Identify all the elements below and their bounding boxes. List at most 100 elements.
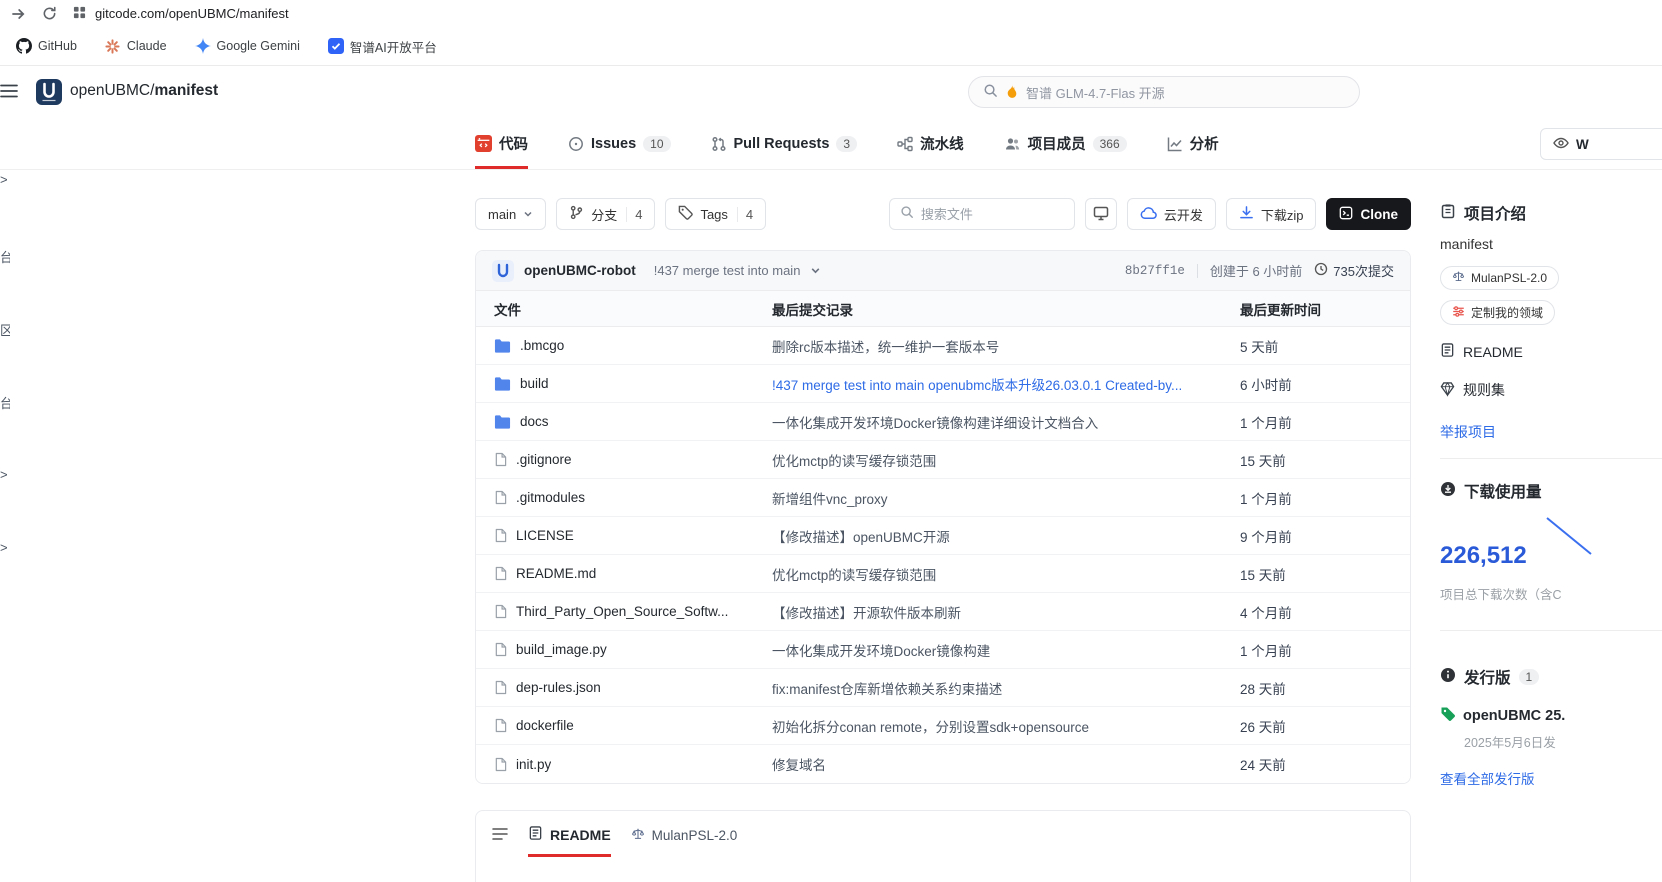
clipboard-icon [1440,203,1456,224]
commit-message[interactable]: 初始化拆分conan remote，分别设置sdk+opensource [772,716,1240,736]
global-search[interactable]: 智谱 GLM-4.7-Flas 开源 [968,76,1360,108]
commit-message[interactable]: 【修改描述】开源软件版本刷新 [772,602,1240,622]
commit-count[interactable]: 735次提交 [1314,261,1394,280]
tab-issue[interactable]: Issues 10 [568,118,671,169]
col-header-time: 最后更新时间 [1240,302,1321,318]
file-name[interactable]: .bmcgo [520,338,564,353]
commit-message[interactable]: 删除rc版本描述，统一维护一套版本号 [772,336,1240,356]
pr-tab-icon [711,136,727,152]
bookmark-item[interactable]: 智谱AI开放平台 [327,37,437,56]
divider [1196,263,1198,278]
menu-icon[interactable] [0,84,18,98]
file-search[interactable] [888,198,1075,230]
tab-count-badge: 366 [1092,135,1127,152]
custom-domain-badge[interactable]: 定制我的领域 [1440,300,1556,325]
tab-pr[interactable]: Pull Requests 3 [711,118,858,169]
table-row[interactable]: .gitmodules 新增组件vnc_proxy 1 个月前 [476,479,1410,517]
view-all-releases-link[interactable]: 查看全部发行版 [1440,768,1535,788]
file-name[interactable]: Third_Party_Open_Source_Softw... [516,604,728,619]
file-name[interactable]: build [520,376,549,391]
file-name[interactable]: docs [520,414,549,429]
url-text[interactable]: gitcode.com/openUBMC/manifest [95,6,289,21]
downloads-section-title: 下载使用量 [1440,480,1542,502]
table-row[interactable]: .gitignore 优化mctp的读写缓存锁范围 15 天前 [476,441,1410,479]
commit-author-name[interactable]: openUBMC-robot [524,263,636,278]
table-row[interactable]: docs 一体化集成开发环境Docker镜像构建详细设计文档合入 1 个月前 [476,403,1410,441]
reload-icon[interactable] [42,6,57,21]
tab-members[interactable]: 项目成员 366 [1004,118,1127,169]
table-row[interactable]: dockerfile 初始化拆分conan remote，分别设置sdk+open… [476,707,1410,745]
commit-message[interactable]: !437 merge test into main openubmc版本升级26… [772,374,1240,394]
file-name[interactable]: build_image.py [516,642,607,657]
table-row[interactable]: LICENSE 【修改描述】openUBMC开源 9 个月前 [476,517,1410,555]
release-date: 2025年5月6日发 [1464,736,1556,750]
commit-message[interactable]: 优化mctp的读写缓存锁范围 [772,564,1240,584]
tab-chart[interactable]: 分析 [1167,118,1219,169]
cloud-icon [1140,206,1157,223]
chevron-down-icon [523,207,533,222]
page-title: openUBMC/manifest [70,82,218,100]
commit-message[interactable]: fix:manifest仓库新增依赖关系约束描述 [772,678,1240,698]
sidebar-readme-link[interactable]: README [1440,342,1523,361]
commit-author-avatar[interactable] [492,259,514,282]
repo-owner[interactable]: openUBMC/ [70,82,154,99]
file-name[interactable]: .gitignore [516,452,572,467]
bookmark-item[interactable]: GitHub [16,38,77,54]
openubmc-logo[interactable] [36,79,62,105]
tab-pipeline[interactable]: 流水线 [897,118,964,169]
tab-label: 流水线 [920,137,964,153]
file-name[interactable]: .gitmodules [516,490,585,505]
commit-message[interactable]: 优化mctp的读写缓存锁范围 [772,450,1240,470]
table-row[interactable]: init.py 修复域名 24 天前 [476,745,1410,783]
table-row[interactable]: build_image.py 一体化集成开发环境Docker镜像构建 1 个月前 [476,631,1410,669]
table-row[interactable]: build !437 merge test into main openubmc版… [476,365,1410,403]
commit-message[interactable]: 新增组件vnc_proxy [772,488,1240,508]
file-name[interactable]: init.py [516,757,551,772]
file-name[interactable]: dockerfile [516,718,574,733]
file-name[interactable]: README.md [516,566,596,581]
commit-hash[interactable]: 8b27ff1e [1125,264,1185,278]
github-icon [16,38,32,54]
cloud-dev-button[interactable]: 云开发 [1126,198,1216,230]
web-ide-button[interactable] [1084,198,1117,230]
downloads-caption: 项目总下载次数（含C [1440,588,1562,602]
branches-button[interactable]: 分支 4 [556,198,656,230]
watch-label: W [1576,136,1589,152]
forward-arrow-icon[interactable] [10,6,26,22]
tab-code[interactable]: 代码 [475,118,528,169]
table-row[interactable]: Third_Party_Open_Source_Softw... 【修改描述】开源… [476,593,1410,631]
download-zip-button[interactable]: 下载zip [1225,198,1317,230]
chevron-down-icon[interactable] [810,265,821,276]
release-item[interactable]: openUBMC 25. [1440,706,1565,726]
tab-license[interactable]: MulanPSL-2.0 [631,825,737,844]
watch-button[interactable]: W [1540,128,1662,160]
bookmark-item[interactable]: Claude [105,38,167,54]
repo-name[interactable]: manifest [154,82,218,99]
table-row[interactable]: README.md 优化mctp的读写缓存锁范围 15 天前 [476,555,1410,593]
report-project-link[interactable]: 举报项目 [1440,422,1496,442]
commit-message[interactable]: 【修改描述】openUBMC开源 [772,526,1240,546]
license-badge[interactable]: MulanPSL-2.0 [1440,266,1560,290]
site-info-icon[interactable] [73,6,86,22]
clone-button[interactable]: Clone [1326,198,1411,230]
tags-button[interactable]: Tags 4 [665,198,767,230]
table-row[interactable]: .bmcgo 删除rc版本描述，统一维护一套版本号 5 天前 [476,327,1410,365]
update-time: 9 个月前 [1240,529,1292,545]
tab-readme[interactable]: README [528,825,611,857]
commit-message[interactable]: 一体化集成开发环境Docker镜像构建详细设计文档合入 [772,412,1240,432]
commit-message-link[interactable]: !437 merge test into main [654,263,801,278]
sidebar-rules-link[interactable]: 规则集 [1440,380,1505,400]
update-time: 6 小时前 [1240,377,1292,393]
file-name[interactable]: dep-rules.json [516,680,601,695]
branch-selector[interactable]: main [475,198,547,230]
file-search-input[interactable] [920,206,1064,222]
table-row[interactable]: dep-rules.json fix:manifest仓库新增依赖关系约束描述 28… [476,669,1410,707]
commit-message[interactable]: 修复域名 [772,754,1240,774]
commit-message[interactable]: 一体化集成开发环境Docker镜像构建 [772,640,1240,660]
file-icon [494,642,507,657]
list-icon[interactable] [492,825,508,846]
address-bar[interactable]: gitcode.com/openUBMC/manifest [73,6,289,22]
left-edge-fragment: > [0,540,8,555]
bookmark-item[interactable]: Google Gemini [194,38,300,54]
file-name[interactable]: LICENSE [516,528,574,543]
